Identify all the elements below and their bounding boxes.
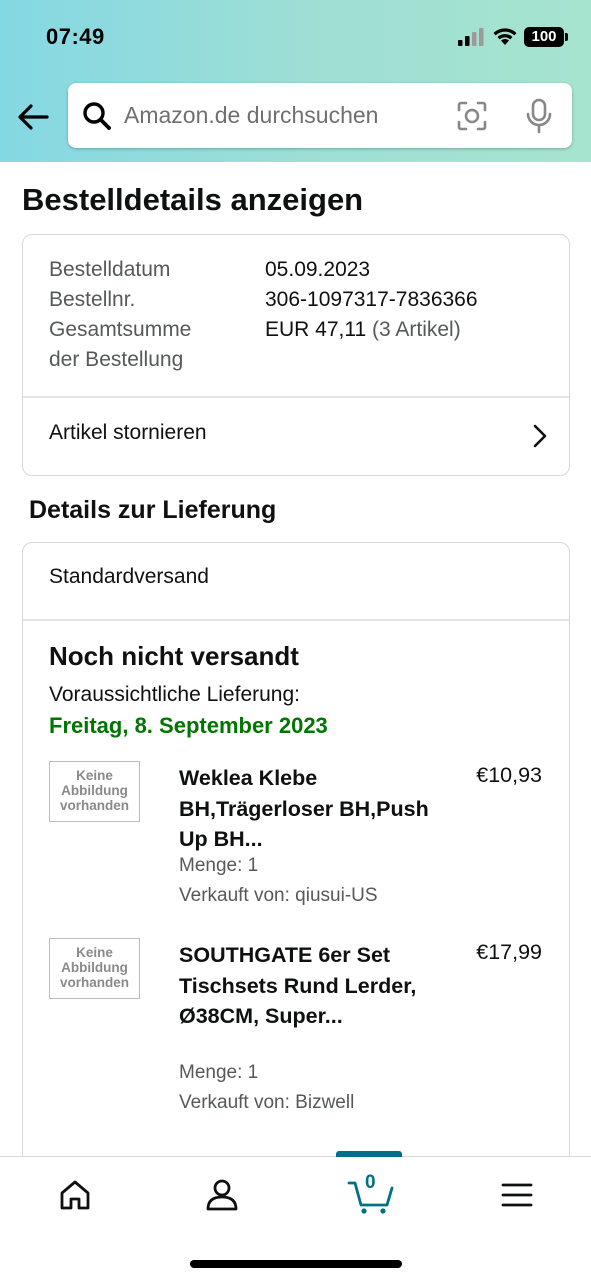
cancel-items-row[interactable]: Artikel stornieren [23, 397, 569, 475]
thumb-text-line: Keine [76, 768, 113, 783]
camera-search-icon[interactable] [456, 100, 488, 132]
order-number-label: Bestellnr. [49, 288, 136, 311]
order-date-value: 05.09.2023 [265, 258, 371, 281]
item-thumbnail[interactable]: Keine Abbildung vorhanden [49, 761, 140, 822]
order-item: Keine Abbildung vorhanden SOUTHGATE 6er … [49, 938, 549, 1118]
item-price: €17,99 [476, 940, 542, 964]
delivery-card: Standardversand Noch nicht versandt Vora… [22, 542, 570, 1182]
order-number-value: 306-1097317-7836366 [265, 288, 478, 311]
thumb-text-line: vorhanden [59, 798, 129, 813]
chevron-right-icon [533, 424, 547, 448]
battery-indicator: 100 [524, 27, 564, 47]
item-title[interactable]: SOUTHGATE 6er Set Tischsets Rund Lerder,… [179, 940, 439, 1032]
order-summary-card: Bestelldatum 05.09.2023 Bestellnr. 306-1… [22, 234, 570, 476]
battery-tip [565, 33, 568, 41]
back-arrow-icon[interactable] [14, 98, 52, 136]
microphone-icon[interactable] [524, 98, 554, 134]
shipment-status: Noch nicht versandt [49, 641, 299, 671]
home-icon[interactable] [55, 1175, 95, 1215]
order-item-count: (3 Artikel) [372, 318, 461, 341]
wifi-icon [493, 28, 517, 45]
menu-icon[interactable] [497, 1175, 537, 1215]
item-price: €10,93 [476, 763, 542, 787]
eta-label: Voraussichtliche Lieferung: [49, 683, 300, 706]
thumb-text-line: Abbildung [61, 960, 128, 975]
thumb-text-line: Keine [76, 945, 113, 960]
active-tab-indicator [336, 1151, 402, 1157]
order-item: Keine Abbildung vorhanden Weklea Klebe B… [49, 761, 549, 921]
search-bar[interactable] [68, 83, 572, 148]
item-title[interactable]: Weklea Klebe BH,Trägerloser BH,Push Up B… [179, 763, 439, 855]
home-indicator [190, 1260, 402, 1268]
cellular-signal-icon [458, 28, 484, 46]
item-quantity: Menge: 1 [179, 855, 259, 876]
search-icon [83, 102, 111, 130]
status-bar: 07:49 100 [0, 0, 591, 72]
order-total-label-line1: Gesamtsumme [49, 318, 192, 341]
order-total-label-line2: der Bestellung [49, 348, 184, 371]
order-total-value: EUR 47,11 (3 Artikel) [265, 315, 461, 345]
order-date-label: Bestelldatum [49, 258, 171, 281]
item-seller: Verkauft von: qiusui-US [179, 885, 378, 906]
item-quantity: Menge: 1 [179, 1062, 259, 1083]
eta-date: Freitag, 8. September 2023 [49, 713, 328, 738]
order-total-amount: EUR 47,11 [265, 318, 367, 341]
search-input[interactable] [124, 83, 444, 148]
status-time: 07:49 [46, 24, 105, 49]
delivery-section-title: Details zur Lieferung [29, 496, 277, 524]
shipping-method: Standardversand [49, 565, 209, 588]
cancel-items-label: Artikel stornieren [49, 421, 207, 444]
page-title: Bestelldetails anzeigen [22, 182, 364, 217]
card-divider [23, 619, 569, 621]
account-icon[interactable] [202, 1175, 242, 1215]
item-seller: Verkauft von: Bizwell [179, 1092, 355, 1113]
thumb-text-line: vorhanden [59, 975, 129, 990]
cart-count-badge: 0 [365, 1172, 376, 1193]
thumb-text-line: Abbildung [61, 783, 128, 798]
item-thumbnail[interactable]: Keine Abbildung vorhanden [49, 938, 140, 999]
